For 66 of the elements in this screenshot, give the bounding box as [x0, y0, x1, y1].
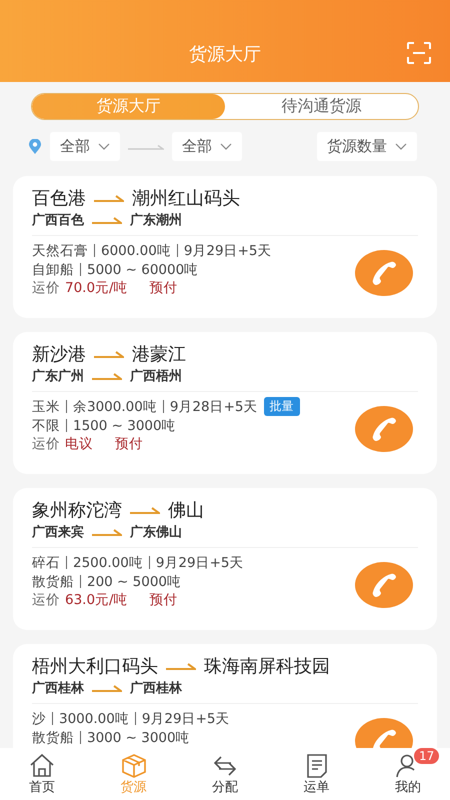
- location-pin-icon: [28, 138, 42, 154]
- segment-tab[interactable]: 待沟通货源: [225, 94, 418, 119]
- ship-type: 自卸船: [32, 260, 74, 278]
- destination-port: 佛山: [168, 499, 204, 522]
- ship-type: 不限: [32, 416, 60, 434]
- chevron-down-icon: [395, 142, 407, 150]
- tonnage-range: 3000 ~ 3000吨: [87, 728, 190, 746]
- tonnage-range: 1500 ~ 3000吨: [73, 416, 176, 434]
- cargo-info: 9月29日+5天: [156, 554, 244, 572]
- cargo-info: 3000.00吨: [59, 710, 129, 728]
- destination-port: 港蒙江: [132, 343, 186, 366]
- cargo-info: 沙: [32, 710, 46, 728]
- destination-region: 广东潮州: [130, 212, 182, 229]
- destination-port: 珠海南屏科技园: [204, 655, 330, 678]
- batch-badge: 批量: [264, 397, 300, 416]
- cargo-info: 9月29日+5天: [184, 242, 272, 260]
- origin-port: 象州称沱湾: [32, 499, 122, 522]
- cargo-info: 天然石膏: [32, 242, 88, 260]
- payment-term: 预付: [150, 279, 178, 297]
- destination-region: 广东佛山: [130, 524, 182, 541]
- freight-price: 70.0元/吨: [65, 279, 128, 297]
- cargo-info: 9月29日+5天: [142, 710, 230, 728]
- price-label: 运价: [32, 435, 60, 453]
- payment-term: 预付: [115, 435, 143, 453]
- page-title: 货源大厅: [189, 43, 261, 66]
- cargo-info: 6000.00吨: [101, 242, 171, 260]
- cargo-card[interactable]: 象州称沱湾 佛山 广西来宾 广东佛山 碎石 2500.00吨 9月29日+5天 散货船 200 ~ 5000吨 运价 63.0元/吨 预付: [13, 488, 437, 630]
- destination-region: 广西梧州: [130, 368, 182, 385]
- chevron-down-icon: [220, 142, 232, 150]
- cargo-info: 碎石: [32, 554, 60, 572]
- cargo-info: 余3000.00吨: [73, 398, 157, 416]
- destination-port: 潮州红山码头: [132, 187, 240, 210]
- cargo-info: 玉米: [32, 398, 60, 416]
- cargo-info: 2500.00吨: [73, 554, 143, 572]
- freight-price: 电议: [65, 435, 93, 453]
- nav-tab[interactable]: 分配: [197, 748, 253, 800]
- box-icon: [120, 752, 148, 780]
- scan-icon[interactable]: [406, 41, 432, 65]
- price-label: 运价: [32, 279, 60, 297]
- price-label: 运价: [32, 591, 60, 609]
- origin-dropdown[interactable]: 全部: [50, 132, 120, 161]
- ship-type: 散货船: [32, 572, 74, 590]
- origin-region: 广西百色: [32, 212, 84, 229]
- freight-price: 63.0元/吨: [65, 591, 128, 609]
- origin-region: 广东广州: [32, 368, 84, 385]
- cargo-card[interactable]: 百色港 潮州红山码头 广西百色 广东潮州 天然石膏 6000.00吨 9月29日+5天 自卸船 5000 ~ 60000吨 运价 70.0元/吨 预付: [13, 176, 437, 318]
- origin-port: 百色港: [32, 187, 86, 210]
- origin-region: 广西桂林: [32, 680, 84, 697]
- tonnage-range: 5000 ~ 60000吨: [87, 260, 198, 278]
- origin-region: 广西来宾: [32, 524, 84, 541]
- origin-port: 新沙港: [32, 343, 86, 366]
- nav-tab[interactable]: 首页: [14, 748, 70, 800]
- count-badge: 17: [414, 748, 440, 764]
- destination-region: 广西桂林: [130, 680, 182, 697]
- cargo-card[interactable]: 梧州大利口码头 珠海南屏科技园 广西桂林 广西桂林 沙 3000.00吨 9月29日+5天 散货船 3000 ~ 3000吨: [13, 644, 437, 748]
- ship-type: 散货船: [32, 728, 74, 746]
- payment-term: 预付: [150, 591, 178, 609]
- chevron-down-icon: [98, 142, 110, 150]
- origin-port: 梧州大利口码头: [32, 655, 158, 678]
- cargo-info: 9月28日+5天: [170, 398, 258, 416]
- nav-tab[interactable]: 运单: [288, 748, 344, 800]
- home-icon: [28, 752, 56, 780]
- cargo-card[interactable]: 新沙港 港蒙江 广东广州 广西梧州 玉米 余3000.00吨 9月28日+5天 批量 不限 1500 ~ 3000吨 运价 电议 预付: [13, 332, 437, 474]
- tonnage-range: 200 ~ 5000吨: [87, 572, 182, 590]
- destination-dropdown[interactable]: 全部: [172, 132, 242, 161]
- sort-dropdown[interactable]: 货源数量: [317, 132, 417, 161]
